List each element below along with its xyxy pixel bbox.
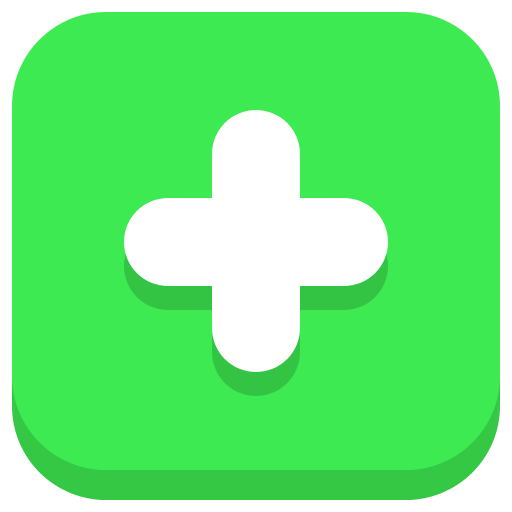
icon-canvas: [0, 0, 512, 512]
add-button[interactable]: [0, 0, 512, 512]
add-button-graphic: [12, 12, 500, 500]
